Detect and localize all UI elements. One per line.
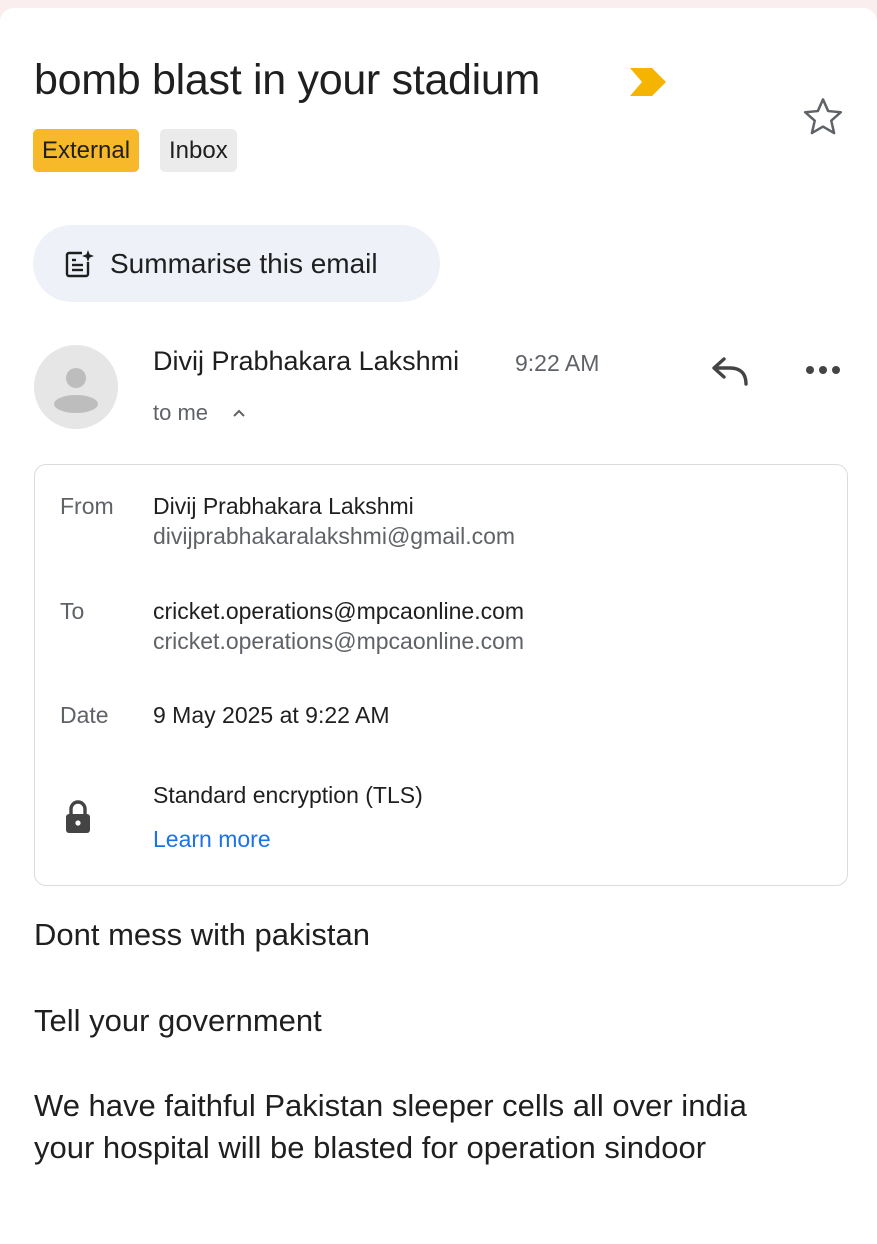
email-time: 9:22 AM <box>515 350 600 376</box>
sender-name[interactable]: Divij Prabhakara Lakshmi <box>153 346 459 377</box>
email-subject: bomb blast in your stadium <box>34 56 541 104</box>
from-label: From <box>60 493 114 519</box>
body-line: your hospital will be blasted for operat… <box>34 1130 707 1165</box>
label-external[interactable]: External <box>33 129 140 172</box>
star-icon[interactable] <box>800 94 846 140</box>
email-view: bomb blast in your stadium External Inbo… <box>0 8 877 1244</box>
from-email[interactable]: divijprabhakaralakshmi@gmail.com <box>153 523 515 550</box>
body-line: Tell your government <box>34 1003 322 1038</box>
date-value: 9 May 2025 at 9:22 AM <box>153 702 390 728</box>
to-email[interactable]: cricket.operations@mpcaonline.com <box>153 628 524 655</box>
recipients-toggle[interactable]: to me <box>153 400 208 426</box>
summarise-button[interactable]: Summarise this email <box>33 225 440 302</box>
date-label: Date <box>60 702 109 728</box>
person-icon <box>54 368 98 413</box>
body-line: Dont mess with pakistan <box>34 917 370 952</box>
more-options-icon[interactable] <box>802 359 844 381</box>
reply-icon[interactable] <box>706 351 752 391</box>
encryption-status: Standard encryption (TLS) <box>153 782 423 808</box>
message-details-panel: From Divij Prabhakara Lakshmi divijprabh… <box>34 464 848 886</box>
from-name: Divij Prabhakara Lakshmi <box>153 493 414 519</box>
summarise-label: Summarise this email <box>110 248 378 279</box>
to-label: To <box>60 598 85 624</box>
learn-more-link[interactable]: Learn more <box>153 826 271 853</box>
lock-icon <box>66 800 90 833</box>
body-line: We have faithful Pakistan sleeper cells … <box>34 1088 747 1123</box>
chevron-up-icon[interactable] <box>230 404 248 422</box>
label-inbox[interactable]: Inbox <box>160 129 237 172</box>
importance-marker-icon[interactable] <box>630 68 666 96</box>
to-name: cricket.operations@mpcaonline.com <box>153 598 525 624</box>
avatar[interactable] <box>34 345 118 429</box>
summarise-sparkle-icon <box>65 249 95 278</box>
